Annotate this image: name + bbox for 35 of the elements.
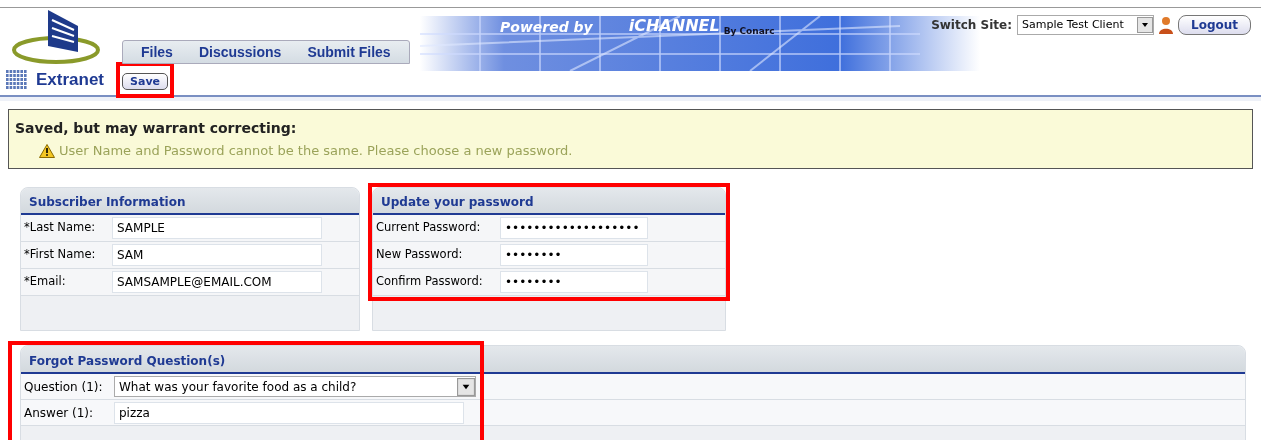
brand-logo-text: iCHANNEL [628, 15, 720, 37]
panel-title: Forgot Password Question(s) [21, 346, 1245, 374]
text-field[interactable]: SAMPLE [112, 217, 322, 239]
nav-tab[interactable]: Submit Files [307, 41, 391, 63]
panel-title: Subscriber Information [21, 188, 359, 215]
field-label: Answer (1): [24, 404, 95, 422]
nav-tab[interactable]: Discussions [198, 41, 282, 63]
field-label: *Email: [24, 273, 67, 291]
message-title: Saved, but may warrant correcting: [15, 119, 298, 138]
field-label: New Password: [376, 246, 464, 264]
field-label: *Last Name: [24, 219, 97, 237]
brand-subtitle: By Conarc [723, 24, 775, 38]
field-label: Confirm Password: [376, 273, 484, 291]
save-button[interactable]: Save [122, 73, 168, 90]
text-field[interactable]: •••••••• [500, 271, 648, 293]
warning-icon [39, 143, 55, 158]
field-label: Question (1): [24, 378, 104, 396]
text-field[interactable]: SAMSAMPLE@EMAIL.COM [112, 271, 322, 293]
panel-title: Update your password [373, 188, 725, 215]
nav-tab[interactable]: Files [141, 41, 173, 63]
message-text: User Name and Password cannot be the same. Please choose a new password. [59, 142, 573, 160]
field-label: *First Name: [24, 246, 97, 264]
answer-field[interactable]: pizza [114, 401, 464, 424]
text-field[interactable]: •••••••• [500, 244, 648, 266]
logout-button[interactable]: Logout [1178, 15, 1251, 35]
text-field[interactable]: SAM [112, 244, 322, 266]
powered-by-text: Powered by [500, 18, 593, 37]
text-field[interactable]: ••••••••••••••••••• [500, 217, 648, 239]
field-label: Current Password: [376, 219, 482, 237]
question-select[interactable]: What was your favorite food as a child? [114, 376, 476, 397]
grid-icon [6, 70, 28, 90]
switch-site-label: Switch Site: [931, 17, 1012, 34]
site-select[interactable]: Sample Test Client [1017, 15, 1154, 35]
user-icon [1159, 16, 1173, 34]
page-title: Extranet [36, 69, 105, 92]
